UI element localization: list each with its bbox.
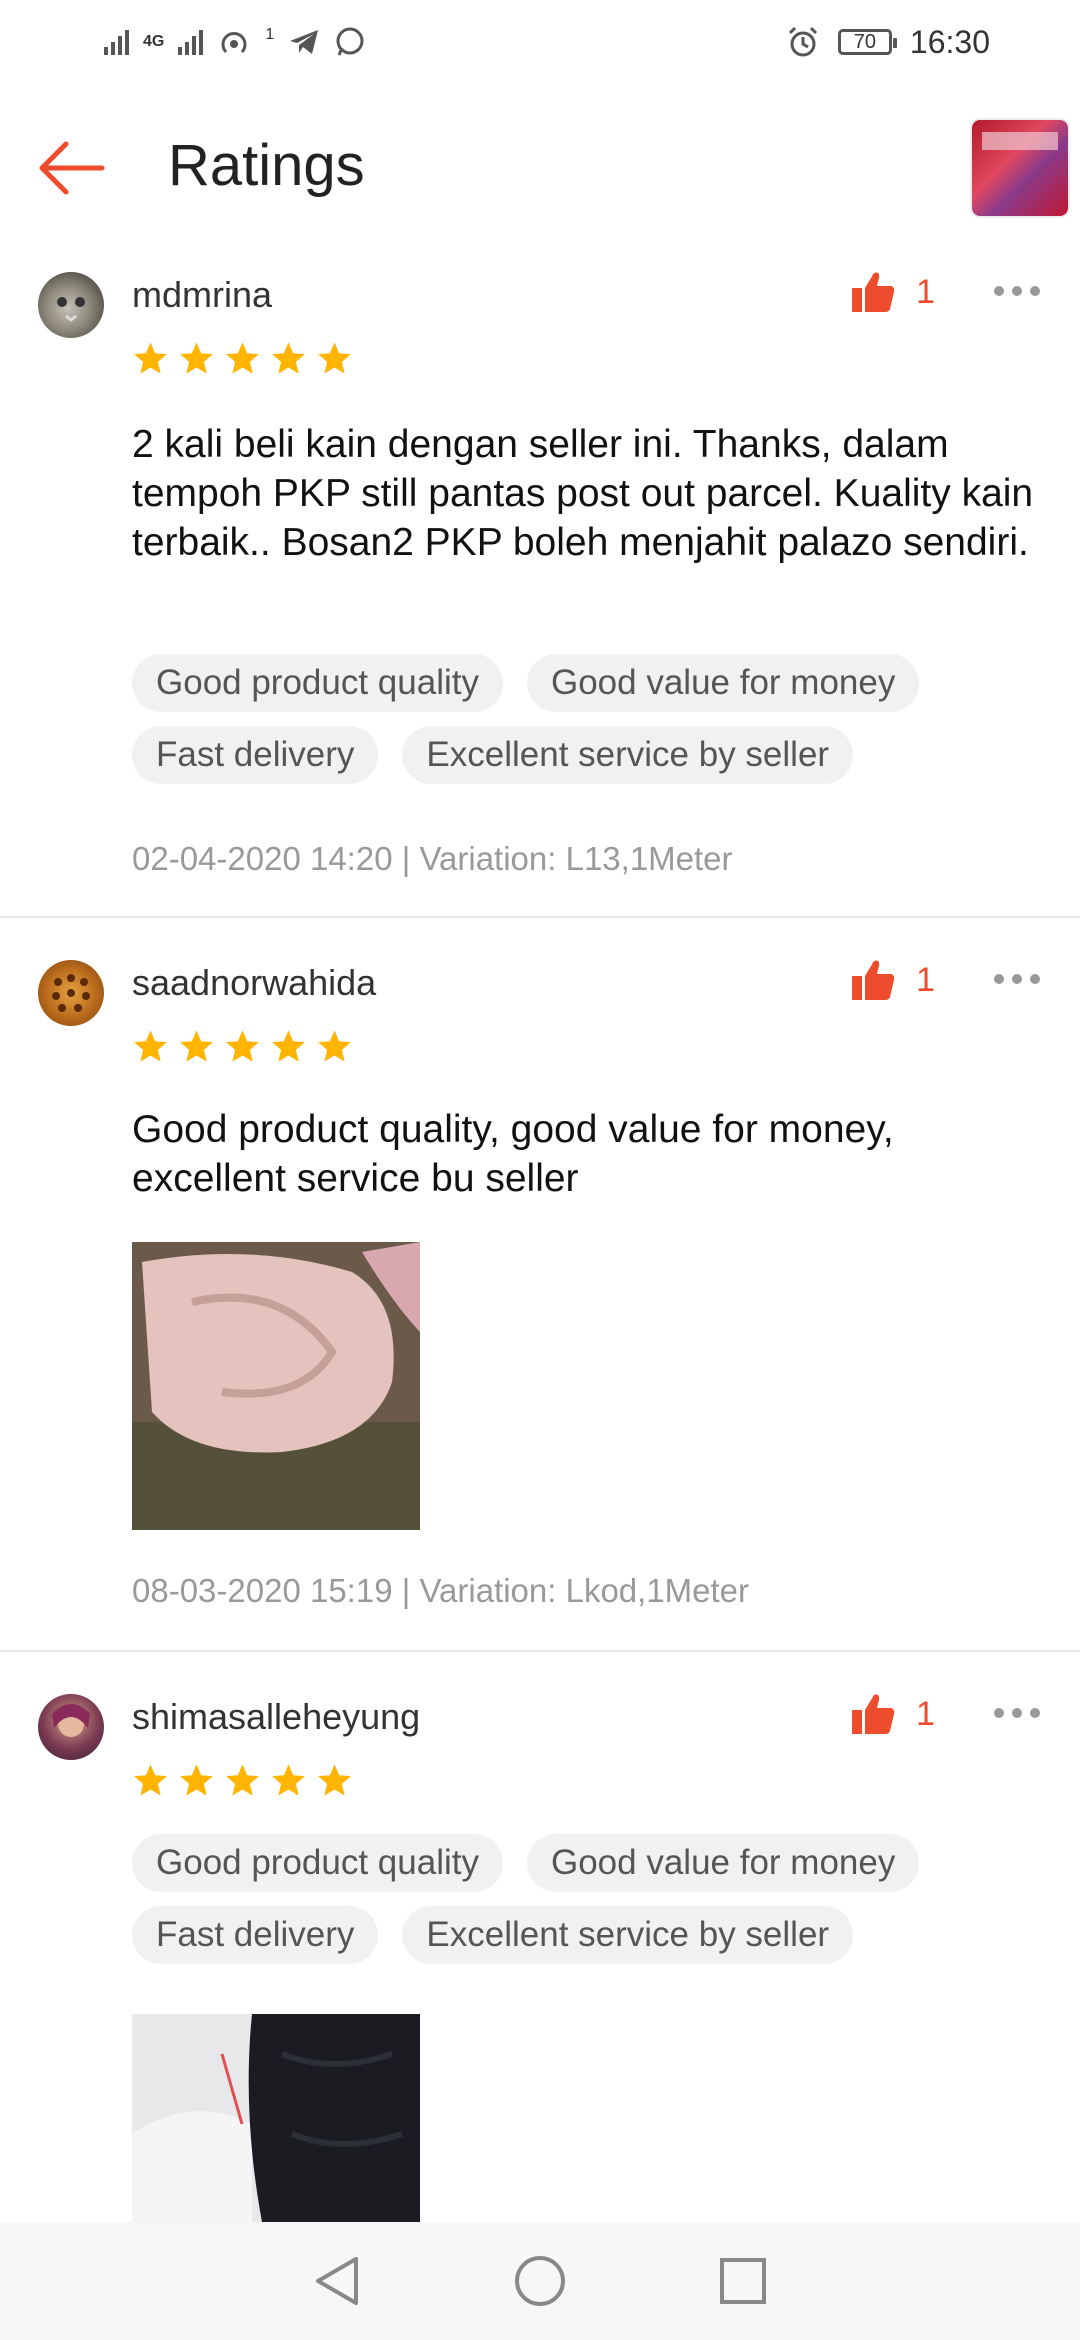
star-icon bbox=[226, 1030, 259, 1062]
more-options-icon[interactable] bbox=[994, 286, 1040, 296]
star-icon bbox=[180, 342, 213, 374]
star-icon bbox=[134, 1764, 167, 1796]
like-button[interactable]: 1 bbox=[850, 958, 935, 1002]
reviewer-username: mdmrina bbox=[132, 274, 273, 315]
thumbs-up-icon bbox=[852, 960, 895, 1000]
like-count: 1 bbox=[916, 272, 935, 311]
review-tag: Good product quality bbox=[132, 654, 503, 712]
review-tag: Fast delivery bbox=[132, 1906, 379, 1964]
review-tag: Excellent service by seller bbox=[402, 726, 854, 784]
star-icon bbox=[318, 1030, 351, 1062]
like-button[interactable]: 1 bbox=[850, 1692, 935, 1736]
telegram-icon bbox=[290, 30, 319, 54]
battery-level: 70 bbox=[853, 30, 877, 53]
network-type-label: 4G bbox=[143, 33, 165, 50]
back-arrow-icon[interactable] bbox=[36, 138, 106, 198]
clock-time: 16:30 bbox=[909, 23, 990, 60]
star-icon bbox=[226, 342, 259, 374]
review-meta: 02-04-2020 14:20 | Variation: L13,1Meter bbox=[132, 840, 733, 877]
star-icon bbox=[272, 342, 305, 374]
avatar[interactable] bbox=[38, 1694, 104, 1760]
thumbs-up-icon bbox=[852, 1694, 895, 1734]
like-button[interactable]: 1 bbox=[850, 270, 935, 314]
thumbs-up-icon bbox=[852, 272, 895, 312]
whatsapp-icon bbox=[336, 27, 364, 56]
review-meta: 08-03-2020 15:19 | Variation: Lkod,1Mete… bbox=[132, 1572, 750, 1609]
like-count: 1 bbox=[916, 1694, 935, 1733]
more-options-icon[interactable] bbox=[994, 974, 1040, 984]
nav-home-icon[interactable] bbox=[512, 2253, 568, 2309]
signal-icon-2 bbox=[178, 29, 204, 55]
star-icon bbox=[134, 342, 167, 374]
status-bar: 4G 1 70 16:30 bbox=[0, 0, 1080, 84]
review-tag: Good product quality bbox=[132, 1834, 503, 1892]
battery-icon: 70 bbox=[837, 29, 897, 55]
star-rating bbox=[132, 340, 353, 377]
divider bbox=[0, 1650, 1080, 1652]
product-thumbnail[interactable] bbox=[972, 120, 1068, 216]
nav-back-icon[interactable] bbox=[312, 2253, 362, 2309]
review-comment: Good product quality, good value for mon… bbox=[132, 1108, 894, 1200]
star-icon bbox=[272, 1030, 305, 1062]
signal-icon bbox=[104, 29, 129, 55]
more-options-icon[interactable] bbox=[994, 1708, 1040, 1718]
avatar[interactable] bbox=[38, 960, 104, 1026]
review-tag: Fast delivery bbox=[132, 726, 379, 784]
star-icon bbox=[226, 1764, 259, 1796]
review-photo[interactable] bbox=[132, 1242, 420, 1530]
avatar[interactable] bbox=[38, 272, 104, 338]
star-icon bbox=[134, 1030, 167, 1062]
status-icons-right: 70 16:30 bbox=[786, 24, 990, 61]
review-tag: Good value for money bbox=[526, 1834, 920, 1892]
review-tag: Good value for money bbox=[526, 654, 920, 712]
page-title: Ratings bbox=[168, 133, 365, 198]
review-photo[interactable] bbox=[132, 2014, 420, 2222]
review-tag: Excellent service by seller bbox=[402, 1906, 854, 1964]
hotspot-icon bbox=[221, 32, 247, 54]
nav-recents-icon[interactable] bbox=[718, 2256, 768, 2306]
review-tags: Good product quality Good value for mone… bbox=[132, 1834, 1052, 1964]
star-rating bbox=[132, 1028, 353, 1065]
app-bar: Ratings bbox=[0, 100, 1080, 236]
divider bbox=[0, 916, 1080, 918]
reviewer-username: shimasalleheyung bbox=[132, 1696, 421, 1737]
reviewer-username: saadnorwahida bbox=[132, 962, 377, 1003]
star-icon bbox=[318, 1764, 351, 1796]
system-navigation-bar bbox=[0, 2222, 1080, 2340]
star-rating bbox=[132, 1762, 353, 1799]
star-icon bbox=[272, 1764, 305, 1796]
star-icon bbox=[180, 1764, 213, 1796]
star-icon bbox=[180, 1030, 213, 1062]
review-comment: 2 kali beli kain dengan seller ini. Than… bbox=[132, 423, 1034, 564]
notification-count: 1 bbox=[265, 26, 275, 43]
alarm-icon bbox=[788, 26, 817, 57]
status-icons-left: 4G 1 bbox=[104, 26, 366, 58]
star-icon bbox=[318, 342, 351, 374]
like-count: 1 bbox=[916, 960, 935, 999]
review-tags: Good product quality Good value for mone… bbox=[132, 654, 1052, 784]
